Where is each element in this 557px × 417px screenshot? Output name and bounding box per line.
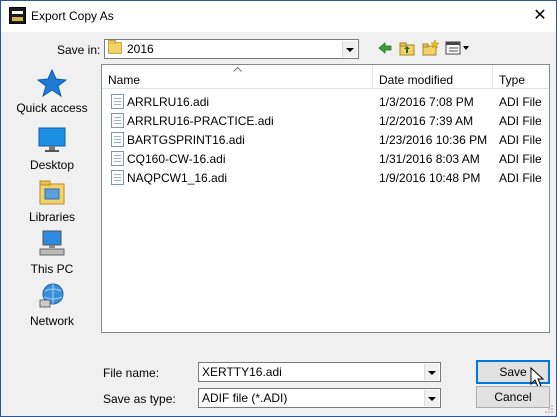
computer-icon <box>39 230 65 256</box>
file-type: ADI File <box>499 171 542 185</box>
file-date: 1/3/2016 7:08 PM <box>379 95 474 109</box>
file-row[interactable]: BARTGSPRINT16.adi 1/23/2016 10:36 PM ADI… <box>102 130 549 149</box>
cancel-button[interactable]: Cancel <box>476 386 550 408</box>
place-label: Network <box>29 314 74 328</box>
column-divider[interactable] <box>372 65 373 89</box>
column-divider[interactable] <box>492 65 493 89</box>
file-type: ADI File <box>499 152 542 166</box>
back-icon[interactable] <box>376 39 394 57</box>
place-label: This PC <box>30 262 74 276</box>
star-icon <box>37 69 67 97</box>
place-network[interactable]: Network <box>9 280 95 332</box>
save-as-type-label: Save as type: <box>103 392 176 406</box>
sort-up-icon <box>233 67 242 72</box>
file-row[interactable]: ARRLRU16.adi 1/3/2016 7:08 PM ADI File <box>102 92 549 111</box>
file-type: ADI File <box>499 133 542 147</box>
chevron-down-icon[interactable] <box>342 41 357 57</box>
place-label: Desktop <box>29 158 75 172</box>
window-title: Export Copy As <box>31 9 114 23</box>
folder-icon <box>108 40 122 54</box>
column-type[interactable]: Type <box>499 73 525 87</box>
resize-grip-icon[interactable] <box>544 404 554 414</box>
app-logo-icon <box>9 7 26 24</box>
file-date: 1/2/2016 7:39 AM <box>379 114 474 128</box>
file-icon <box>111 151 124 166</box>
file-list[interactable]: Name Date modified Type ARRLRU16.adi 1/3… <box>101 64 550 333</box>
place-quick-access[interactable]: Quick access <box>9 67 95 119</box>
save-in-value: 2016 <box>127 42 154 56</box>
file-date: 1/9/2016 10:48 PM <box>379 171 481 185</box>
place-this-pc[interactable]: This PC <box>9 228 95 280</box>
places-bar: Quick access Desktop Libraries This PC N… <box>9 67 95 337</box>
file-icon <box>111 113 124 128</box>
libraries-icon <box>39 180 65 205</box>
up-folder-icon[interactable] <box>398 39 416 57</box>
network-icon <box>39 283 64 308</box>
file-date: 1/23/2016 10:36 PM <box>379 133 488 147</box>
export-dialog: Export Copy As ✕ Save in: 2016 Quick acc… <box>0 0 557 417</box>
file-icon <box>111 94 124 109</box>
file-name: CQ160-CW-16.adi <box>127 152 226 166</box>
file-icon <box>111 132 124 147</box>
file-name: NAQPCW1_16.adi <box>127 171 228 185</box>
file-name: ARRLRU16-PRACTICE.adi <box>127 114 274 128</box>
view-menu-icon[interactable] <box>445 39 471 57</box>
file-name-value[interactable]: XERTTY16.adi <box>202 365 282 379</box>
save-in-combo[interactable]: 2016 <box>104 39 359 59</box>
file-name-label: File name: <box>103 366 160 380</box>
file-icon <box>111 170 124 185</box>
column-name[interactable]: Name <box>108 73 140 87</box>
save-as-type-value: ADIF file (*.ADI) <box>202 391 288 405</box>
file-name-field[interactable]: XERTTY16.adi <box>198 362 441 382</box>
column-date-modified[interactable]: Date modified <box>379 73 453 87</box>
file-row[interactable]: ARRLRU16-PRACTICE.adi 1/2/2016 7:39 AM A… <box>102 111 549 130</box>
chevron-down-icon[interactable] <box>424 390 439 406</box>
desktop-icon <box>38 127 66 152</box>
save-as-type-select[interactable]: ADIF file (*.ADI) <box>198 388 441 408</box>
save-in-label: Save in: <box>57 43 101 57</box>
new-folder-icon[interactable] <box>421 39 439 57</box>
title-bar[interactable]: Export Copy As ✕ <box>1 1 556 32</box>
file-row[interactable]: NAQPCW1_16.adi 1/9/2016 10:48 PM ADI Fil… <box>102 168 549 187</box>
file-type: ADI File <box>499 114 542 128</box>
place-libraries[interactable]: Libraries <box>9 176 95 228</box>
column-header: Name Date modified Type <box>102 65 549 89</box>
place-desktop[interactable]: Desktop <box>9 124 95 176</box>
file-name: BARTGSPRINT16.adi <box>127 133 245 147</box>
place-label: Quick access <box>16 101 88 115</box>
file-type: ADI File <box>499 95 542 109</box>
close-button[interactable]: ✕ <box>530 6 550 26</box>
place-label: Libraries <box>28 210 76 224</box>
file-name: ARRLRU16.adi <box>127 95 210 109</box>
file-row[interactable]: CQ160-CW-16.adi 1/31/2016 8:03 AM ADI Fi… <box>102 149 549 168</box>
file-date: 1/31/2016 8:03 AM <box>379 152 480 166</box>
chevron-down-icon[interactable] <box>424 364 439 380</box>
